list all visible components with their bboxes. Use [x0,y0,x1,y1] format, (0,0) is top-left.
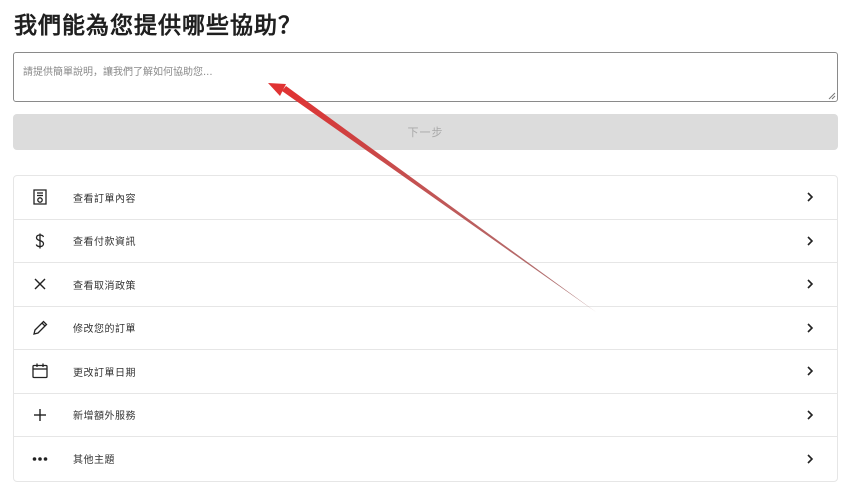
chevron-right-icon [805,454,815,464]
receipt-icon [31,188,49,206]
plus-icon [31,406,49,424]
topic-item-other-topics[interactable]: 其他主題 [14,437,837,481]
chevron-right-icon [805,236,815,246]
topic-item-payment-info[interactable]: 查看付款資訊 [14,220,837,263]
calendar-icon [31,362,49,380]
more-dots-icon [31,450,49,468]
chevron-right-icon [805,366,815,376]
dollar-icon [31,232,49,250]
topic-item-cancellation-policy[interactable]: 查看取消政策 [14,263,837,307]
page-title: 我們能為您提供哪些協助？ [14,13,302,39]
chevron-right-icon [805,410,815,420]
topic-item-change-date[interactable]: 更改訂單日期 [14,350,837,394]
topic-label: 新增額外服務 [73,411,136,423]
next-step-button[interactable]: 下一步 [13,114,838,150]
chevron-right-icon [805,279,815,289]
topic-label: 其他主題 [73,455,115,467]
topic-item-modify-order[interactable]: 修改您的訂單 [14,307,837,350]
topic-item-order-details[interactable]: 查看訂單內容 [14,176,837,220]
close-icon [31,275,49,293]
topic-item-add-services[interactable]: 新增額外服務 [14,394,837,437]
topic-label: 更改訂單日期 [73,367,136,379]
chevron-right-icon [805,323,815,333]
description-input[interactable] [14,53,837,101]
topic-label: 查看訂單內容 [73,193,136,205]
topic-label: 查看付款資訊 [73,237,136,249]
resize-grip-icon[interactable] [827,91,836,100]
pencil-icon [31,319,49,337]
chevron-right-icon [805,192,815,202]
description-field[interactable] [13,52,838,102]
help-topic-list: 查看訂單內容 查看付款資訊 查看取消政策 修改您的訂單 更改訂單日期 新增額外服… [13,175,838,482]
topic-label: 修改您的訂單 [73,324,136,336]
topic-label: 查看取消政策 [73,280,136,292]
